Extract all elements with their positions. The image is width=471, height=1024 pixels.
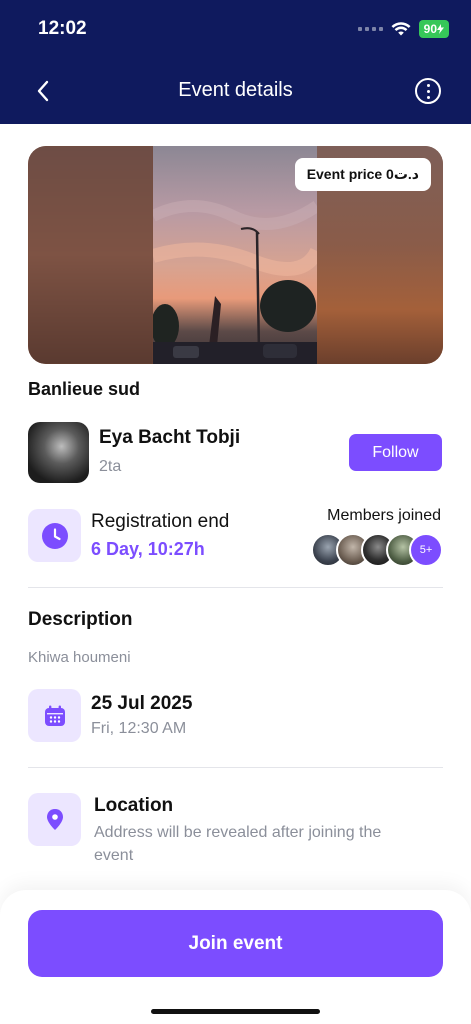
event-cover-image: Event price 0د.ت: [28, 146, 443, 364]
top-bar: 12:02 90 Event details: [0, 0, 471, 124]
more-vertical-icon: [426, 82, 430, 100]
join-event-button[interactable]: Join event: [28, 910, 443, 977]
status-time: 12:02: [38, 18, 87, 39]
organizer-avatar[interactable]: [28, 422, 89, 483]
cover-blur-left: [28, 146, 153, 364]
section-divider: [28, 587, 443, 588]
members-more-count: 5+: [409, 533, 443, 567]
description-title: Description: [28, 609, 133, 630]
description-text: Khiwa houmeni: [28, 649, 131, 666]
map-pin-icon: [46, 808, 63, 830]
battery-indicator: 90: [418, 20, 449, 38]
page-title: Event details: [178, 79, 293, 101]
follow-button[interactable]: Follow: [349, 434, 442, 471]
cellular-signal-icon: [357, 27, 383, 31]
location-note: Address will be revealed after joining t…: [94, 824, 382, 864]
more-options-button[interactable]: [415, 78, 441, 104]
wifi-icon: [391, 21, 411, 35]
location-tile: [28, 793, 81, 846]
section-divider: [28, 767, 443, 768]
event-price-badge: Event price 0د.ت: [294, 158, 431, 191]
registration-countdown: 6 Day, 10:27h: [91, 539, 205, 559]
members-avatars[interactable]: 5+: [311, 533, 443, 567]
event-date: 25 Jul 2025: [91, 693, 193, 714]
sunset-street-illustration: [150, 200, 324, 364]
charging-bolt-icon: [437, 24, 444, 34]
members-joined-label: Members joined: [327, 507, 441, 524]
event-day-time: Fri, 12:30 AM: [91, 720, 187, 737]
date-tile: [28, 689, 81, 742]
organizer-name[interactable]: Eya Bacht Tobji: [99, 427, 240, 449]
calendar-icon: [44, 705, 65, 726]
battery-level: 90: [423, 22, 437, 36]
event-place-name: Banlieue sud: [28, 379, 141, 399]
home-indicator: [151, 1009, 320, 1014]
registration-tile: [28, 509, 81, 562]
clock-icon: [41, 522, 68, 549]
status-indicators: 90: [357, 20, 449, 38]
location-title: Location: [94, 795, 174, 816]
organizer-handle: 2ta: [99, 458, 122, 475]
registration-label: Registration end: [91, 511, 230, 532]
cover-photo: [150, 146, 324, 364]
